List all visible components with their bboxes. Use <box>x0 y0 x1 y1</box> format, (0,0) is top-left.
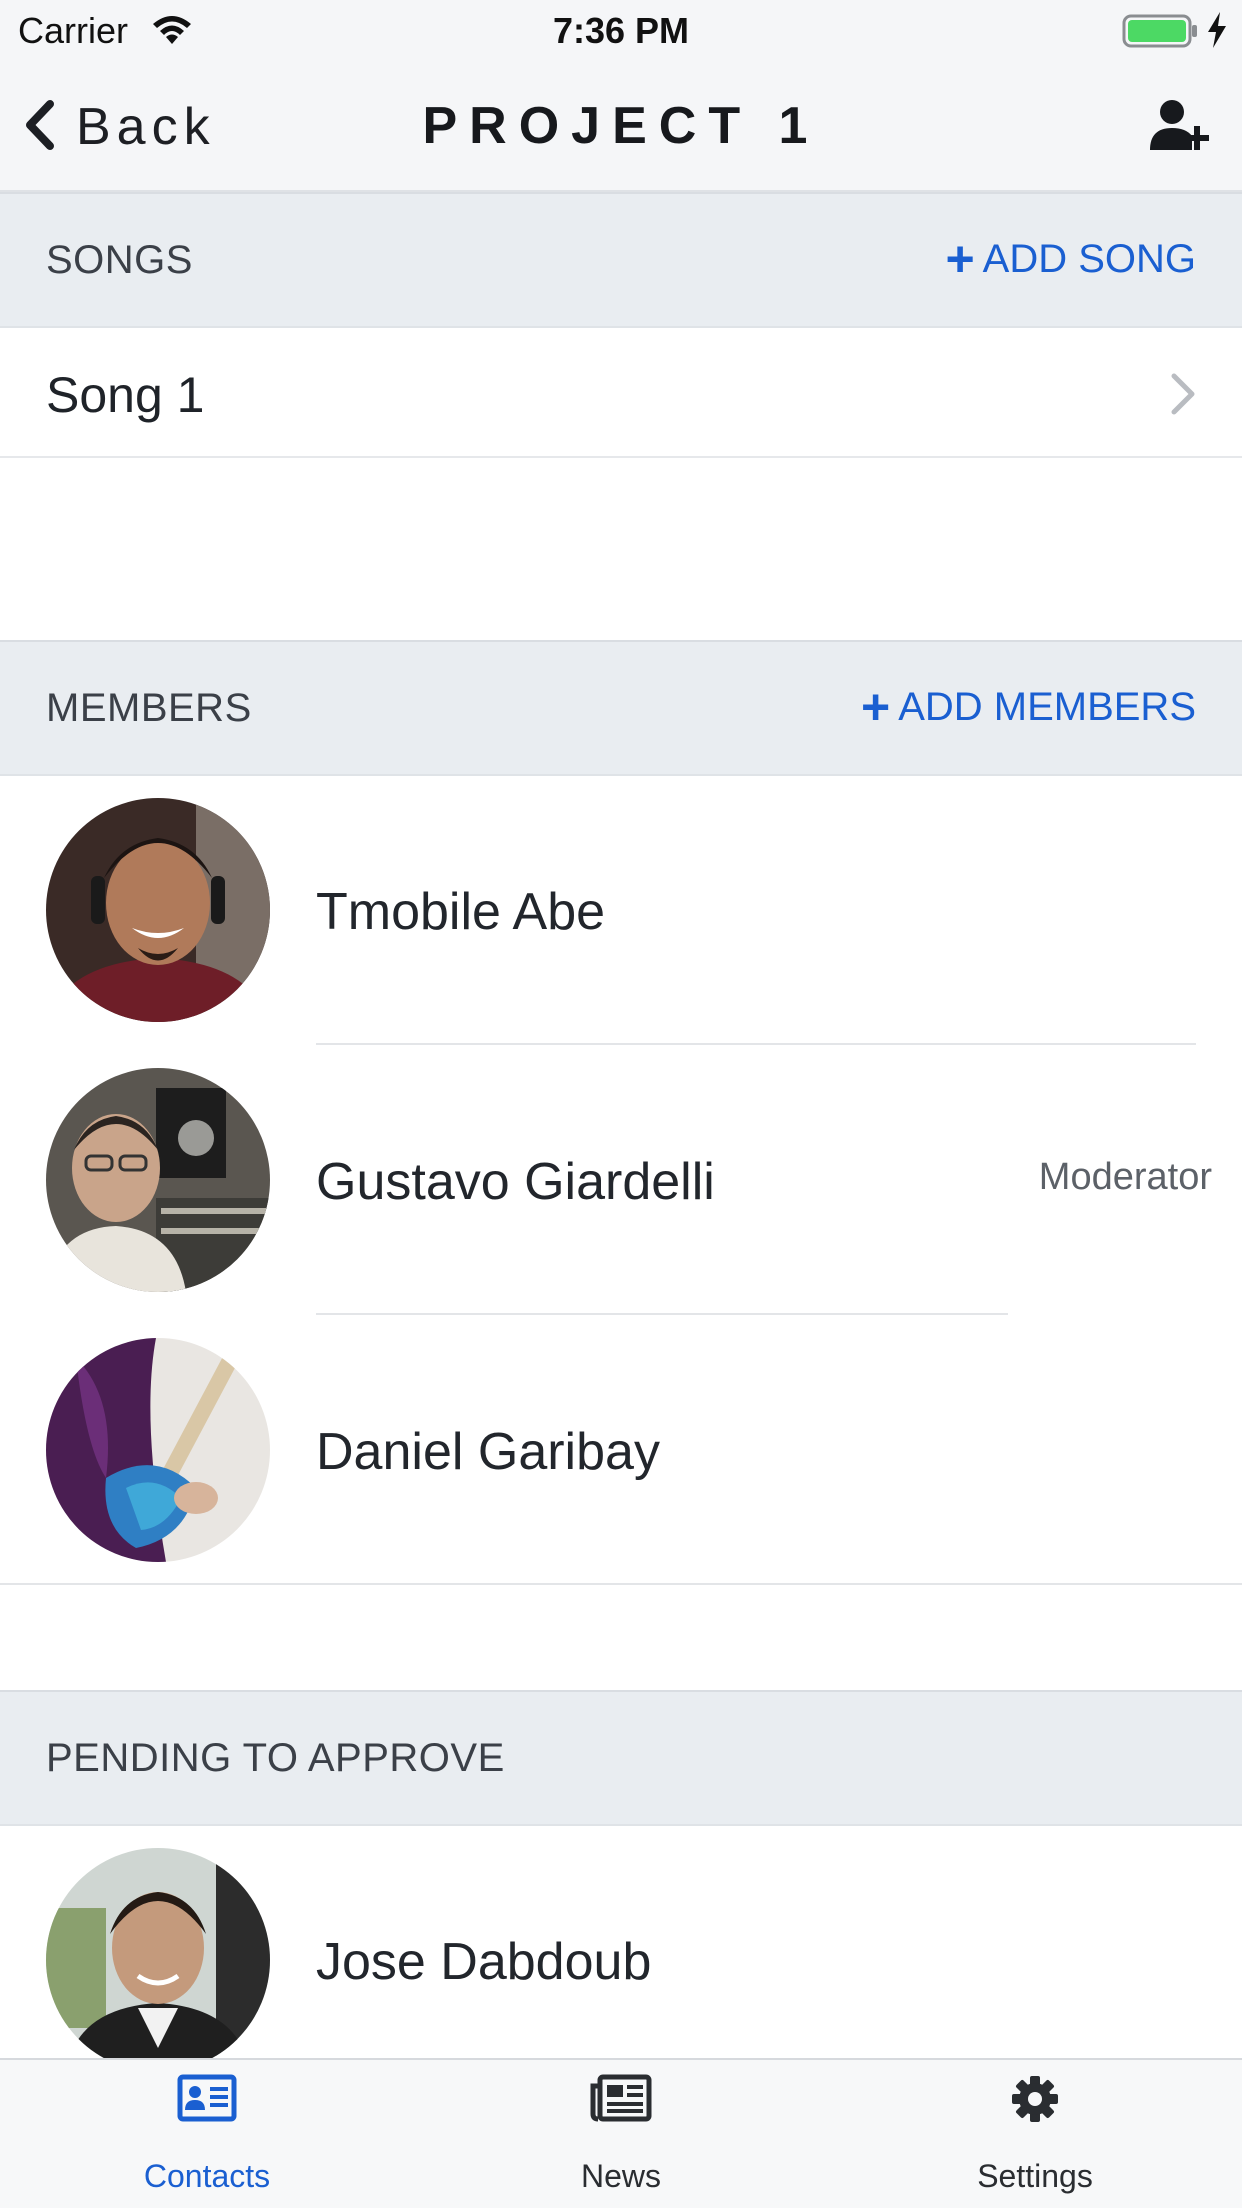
song-row[interactable]: Song 1 <box>0 328 1242 458</box>
members-section-header: MEMBERS + ADD MEMBERS <box>0 640 1242 776</box>
status-bar: Carrier 7:36 PM <box>0 0 1242 62</box>
tab-label: Contacts <box>143 2158 271 2194</box>
avatar <box>46 1338 270 1562</box>
charging-bolt-icon <box>1206 12 1228 53</box>
newspaper-icon <box>590 2074 652 2127</box>
add-user-button[interactable] <box>1148 98 1212 159</box>
songs-section-header: SONGS + ADD SONG <box>0 192 1242 328</box>
plus-icon: + <box>860 679 891 735</box>
row-divider <box>316 1313 1008 1315</box>
avatar <box>46 1848 270 2058</box>
member-name: Jose Dabdoub <box>316 1933 652 1991</box>
tab-bar: Contacts News Settings <box>0 2058 1242 2208</box>
songs-section-title: SONGS <box>46 238 193 282</box>
members-section-title: MEMBERS <box>46 686 252 730</box>
tab-contacts[interactable]: Contacts <box>0 2060 414 2208</box>
member-row[interactable]: Gustavo Giardelli Moderator <box>0 1046 1242 1316</box>
add-song-label: ADD SONG <box>982 236 1196 281</box>
chevron-right-icon <box>1168 372 1198 421</box>
row-divider <box>316 1043 1196 1045</box>
tab-settings[interactable]: Settings <box>828 2060 1242 2208</box>
member-name: Gustavo Giardelli <box>316 1153 715 1211</box>
member-row[interactable]: Tmobile Abe <box>0 776 1242 1046</box>
add-user-icon <box>1150 100 1209 150</box>
contact-card-icon <box>177 2074 237 2127</box>
member-name: Daniel Garibay <box>316 1423 660 1481</box>
plus-icon: + <box>945 231 975 287</box>
row-divider <box>0 1583 1242 1585</box>
avatar <box>46 798 270 1022</box>
tab-label: Settings <box>977 2158 1093 2194</box>
clock: 7:36 PM <box>552 10 690 51</box>
gear-icon <box>1010 2074 1060 2129</box>
battery-icon <box>1122 14 1200 53</box>
add-song-button[interactable]: + ADD SONG <box>945 234 1196 284</box>
tab-label: News <box>580 2158 661 2194</box>
pending-member-row[interactable]: Jose Dabdoub <box>0 1826 1242 2058</box>
pending-section-title: PENDING TO APPROVE <box>46 1736 505 1780</box>
song-title: Song 1 <box>46 367 205 423</box>
add-members-label: ADD MEMBERS <box>898 684 1196 729</box>
member-name: Tmobile Abe <box>316 883 606 941</box>
navigation-bar: Back PROJECT 1 <box>0 62 1242 192</box>
member-row[interactable]: Daniel Garibay <box>0 1316 1242 1586</box>
pending-section-header: PENDING TO APPROVE <box>0 1690 1242 1826</box>
role-badge: Moderator <box>1038 1156 1212 1198</box>
add-members-button[interactable]: + ADD MEMBERS <box>861 682 1196 732</box>
page-title: PROJECT 1 <box>422 97 820 155</box>
avatar <box>46 1068 270 1292</box>
tab-news[interactable]: News <box>414 2060 828 2208</box>
